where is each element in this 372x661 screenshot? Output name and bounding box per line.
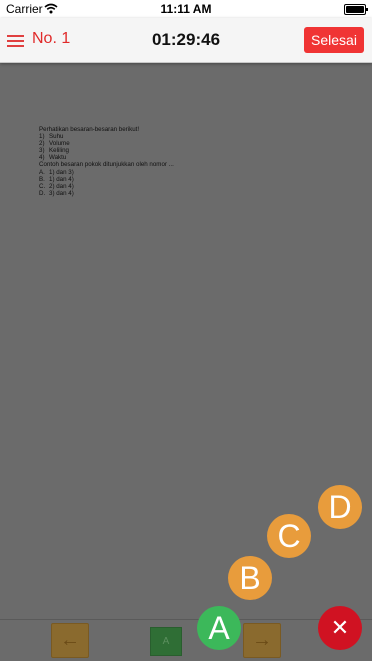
arrow-left-icon: ← xyxy=(60,629,80,651)
list-item: 2) Volume xyxy=(39,140,70,148)
list-item: 4) Waktu xyxy=(39,154,67,162)
battery-icon xyxy=(344,4,368,15)
question-text: Perhatikan besaran-besaran berikut! 1) Su… xyxy=(39,126,174,197)
answer-option: B. 1) dan 4) xyxy=(39,175,74,183)
list-item: 3) Keliling xyxy=(39,147,69,155)
previous-question-button[interactable]: ← xyxy=(51,623,89,658)
answer-option: A. 1) dan 3) xyxy=(39,168,74,176)
status-bar: Carrier 11:11 AM xyxy=(0,0,372,18)
arrow-right-icon: → xyxy=(252,629,272,651)
answer-a-button[interactable]: A xyxy=(197,606,241,650)
finish-button[interactable]: Selesai xyxy=(304,27,364,53)
nav-bar: No. 1 01:29:46 Selesai xyxy=(0,18,372,63)
answer-option: D. 3) dan 4) xyxy=(39,189,74,197)
answer-d-button[interactable]: D xyxy=(318,485,362,529)
answer-c-button[interactable]: C xyxy=(267,514,311,558)
question-number-title: No. 1 xyxy=(32,30,71,47)
question-prompt: Contoh besaran pokok ditunjukkan oleh no… xyxy=(39,161,174,169)
answer-b-button[interactable]: B xyxy=(228,556,272,600)
close-icon[interactable]: ✕ xyxy=(318,606,362,650)
selected-answer-badge: A xyxy=(150,627,182,656)
status-time: 11:11 AM xyxy=(160,2,212,16)
hamburger-menu-icon[interactable] xyxy=(7,35,24,47)
answer-option: C. 2) dan 4) xyxy=(39,182,74,190)
list-item: 1) Suhu xyxy=(39,133,64,141)
question-intro: Perhatikan besaran-besaran berikut! xyxy=(39,126,140,133)
next-question-button[interactable]: → xyxy=(243,623,281,658)
